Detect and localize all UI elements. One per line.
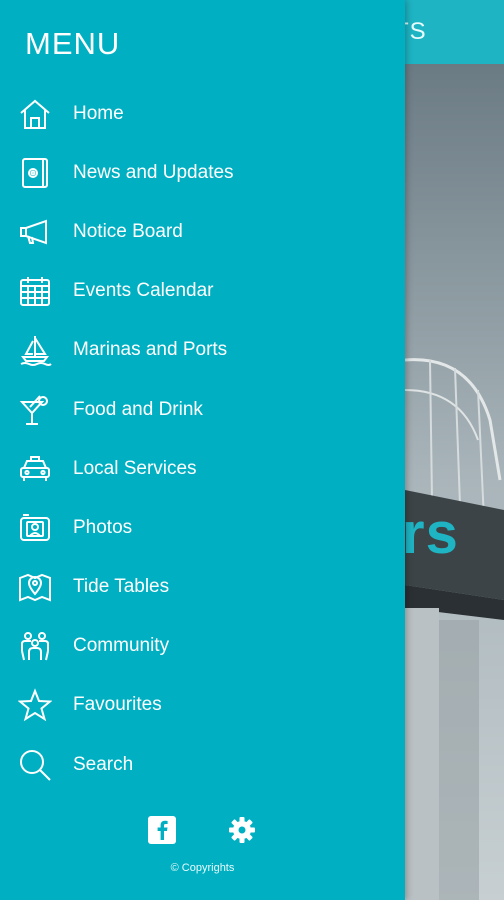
map-pin-icon [17, 569, 53, 605]
navigation-drawer: MENU Home News and Updates Notice Board … [0, 0, 405, 900]
menu-item-notice-board[interactable]: Notice Board [0, 202, 405, 261]
sailboat-icon [17, 332, 53, 368]
taxi-icon [17, 451, 53, 487]
calendar-icon [17, 273, 53, 309]
menu-item-food-and-drink[interactable]: Food and Drink [0, 380, 405, 439]
menu-list: Home News and Updates Notice Board Event… [0, 84, 405, 794]
menu-item-news-and-updates[interactable]: News and Updates [0, 143, 405, 202]
menu-item-label: Events Calendar [73, 280, 214, 302]
star-icon [17, 687, 53, 723]
menu-item-marinas-and-ports[interactable]: Marinas and Ports [0, 321, 405, 380]
menu-item-events-calendar[interactable]: Events Calendar [0, 262, 405, 321]
news-icon [17, 155, 53, 191]
menu-item-home[interactable]: Home [0, 84, 405, 143]
community-icon [17, 628, 53, 664]
menu-item-label: Notice Board [73, 220, 183, 242]
menu-item-label: Photos [73, 516, 133, 538]
menu-item-label: Home [73, 102, 124, 124]
menu-item-label: Marinas and Ports [73, 339, 228, 361]
menu-item-label: Favourites [73, 694, 162, 716]
home-icon [17, 96, 53, 132]
menu-item-favourites[interactable]: Favourites [0, 676, 405, 735]
menu-item-tide-tables[interactable]: Tide Tables [0, 558, 405, 617]
menu-item-community[interactable]: Community [0, 617, 405, 676]
drawer-title: MENU [25, 26, 121, 61]
menu-item-label: Food and Drink [73, 398, 203, 420]
hero-text: rs [402, 501, 459, 566]
search-icon [17, 747, 53, 783]
copyright-text: © Copyrights [170, 862, 235, 874]
menu-item-local-services[interactable]: Local Services [0, 439, 405, 498]
menu-item-label: News and Updates [73, 161, 234, 183]
menu-item-search[interactable]: Search [0, 735, 405, 794]
photo-icon [17, 510, 53, 546]
menu-item-label: Tide Tables [73, 576, 170, 598]
megaphone-icon [17, 214, 53, 250]
cocktail-icon [17, 392, 53, 428]
facebook-icon[interactable] [148, 816, 176, 844]
menu-item-label: Local Services [73, 457, 197, 479]
gear-icon[interactable] [227, 815, 257, 845]
drawer-footer [0, 813, 405, 847]
menu-item-photos[interactable]: Photos [0, 498, 405, 557]
menu-item-label: Search [73, 753, 134, 775]
menu-item-label: Community [73, 635, 170, 657]
